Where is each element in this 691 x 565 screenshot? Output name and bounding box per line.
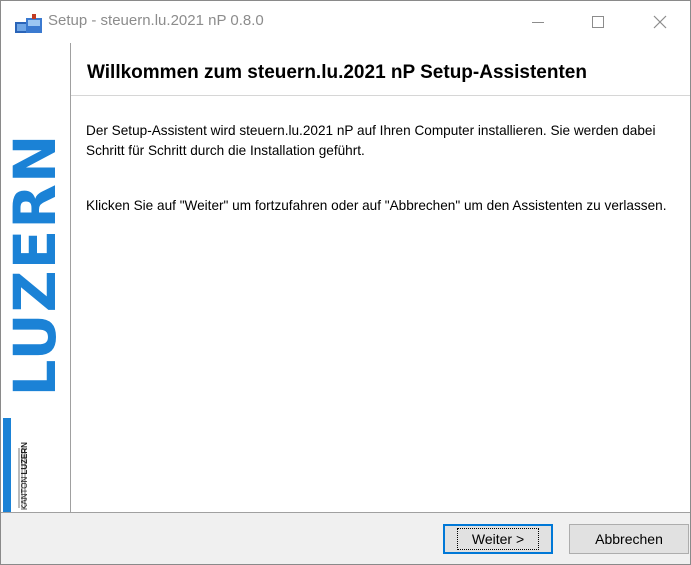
luzern-label: LUZERN	[20, 442, 29, 475]
next-button-label: Weiter >	[456, 528, 540, 550]
close-icon	[653, 15, 667, 29]
maximize-icon	[592, 16, 604, 28]
intro-paragraph: Der Setup-Assistent wird steuern.lu.2021…	[86, 123, 656, 158]
banner-accent-bar	[3, 418, 11, 512]
banner-luzern-text: LUZERN	[1, 133, 69, 397]
title-bar[interactable]: Setup - steuern.lu.2021 nP 0.8.0	[1, 1, 690, 43]
setup-app-icon	[15, 14, 42, 33]
wizard-banner: LUZERN KANTON LUZERN	[1, 43, 70, 512]
kanton-label: KANTON	[20, 476, 29, 510]
minimize-icon	[532, 21, 544, 23]
cancel-button[interactable]: Abbrechen	[569, 524, 689, 554]
heading-divider	[71, 95, 690, 96]
setup-window: Setup - steuern.lu.2021 nP 0.8.0 LUZERN …	[0, 0, 691, 565]
maximize-button[interactable]	[564, 1, 632, 43]
minimize-button[interactable]	[504, 1, 572, 43]
banner-divider	[70, 43, 71, 512]
window-title: Setup - steuern.lu.2021 nP 0.8.0	[48, 12, 264, 29]
kanton-logo-text: KANTON LUZERN	[20, 442, 29, 510]
next-button[interactable]: Weiter >	[443, 524, 553, 554]
instructions-paragraph: Klicken Sie auf "Weiter" um fortzufahren…	[86, 198, 667, 213]
close-button[interactable]	[626, 1, 690, 43]
page-title: Willkommen zum steuern.lu.2021 nP Setup-…	[87, 62, 587, 83]
